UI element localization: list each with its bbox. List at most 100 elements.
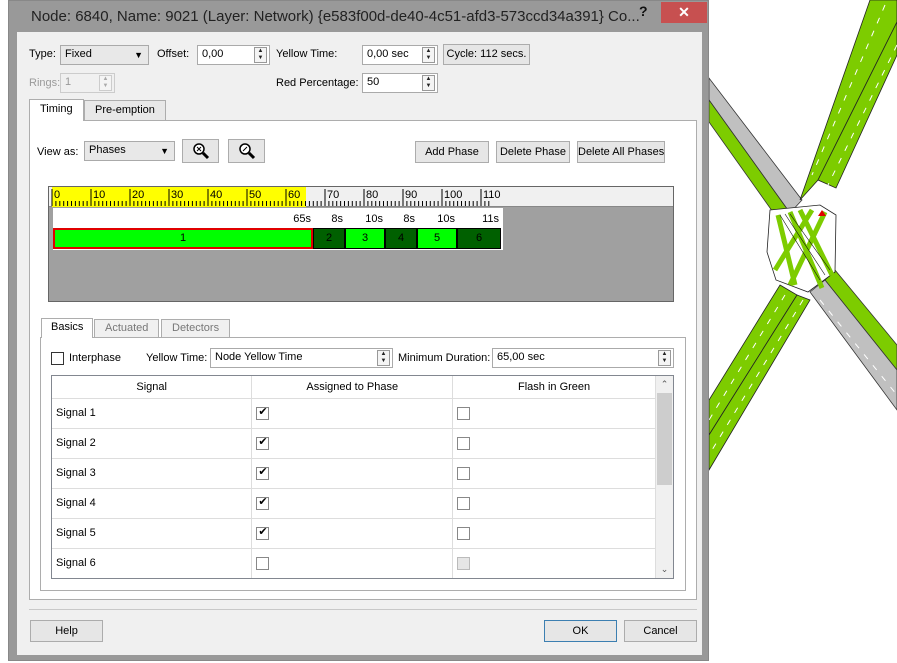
- phase-duration-label: 11s: [482, 213, 499, 225]
- offset-spinner[interactable]: ▲ ▼: [254, 47, 267, 63]
- interphase-checkbox[interactable]: [51, 352, 64, 365]
- vertical-scrollbar[interactable]: ⌃ ⌄: [656, 376, 673, 578]
- yellow-time-spinner[interactable]: ▲ ▼: [422, 47, 435, 63]
- phase-duration-label: 10s: [365, 213, 383, 225]
- phase-duration-label: 8s: [331, 213, 343, 225]
- signal-name: Signal 2: [52, 428, 253, 459]
- signal-name: Signal 4: [52, 488, 253, 519]
- signal-name: Signal 1: [52, 398, 253, 429]
- intersection: [766, 204, 837, 293]
- table-row[interactable]: Signal 2: [52, 428, 656, 459]
- assigned-checkbox[interactable]: [256, 435, 270, 450]
- signals-table: Signal Assigned to Phase Flash in Green …: [52, 376, 656, 578]
- type-select[interactable]: Fixed ▼: [60, 45, 149, 65]
- assigned-cell: [251, 428, 454, 459]
- minimum-duration-spinner[interactable]: ▲ ▼: [658, 350, 671, 366]
- table-row[interactable]: Signal 3: [52, 458, 656, 489]
- view-as-label: View as:: [37, 146, 79, 158]
- flash-cell: [452, 428, 656, 459]
- scrollbar-thumb[interactable]: [657, 393, 672, 485]
- delete-phase-button[interactable]: Delete Phase: [496, 141, 570, 163]
- zoom-reset-icon: [192, 143, 209, 160]
- phase-block-6[interactable]: 6: [457, 228, 501, 249]
- cycle-button[interactable]: Cycle: 112 secs.: [443, 44, 530, 65]
- close-button[interactable]: ✕: [661, 2, 707, 23]
- scroll-down-icon[interactable]: ⌄: [656, 561, 673, 578]
- flash-in-green-checkbox[interactable]: [457, 466, 471, 480]
- road-lower-right: [809, 269, 897, 411]
- table-row[interactable]: Signal 5: [52, 518, 656, 549]
- assigned-checkbox[interactable]: [256, 405, 270, 420]
- basics-panel: Interphase Yellow Time: Node Yellow Time…: [40, 337, 686, 591]
- phase-block-5[interactable]: 5: [417, 228, 457, 249]
- column-header-assigned[interactable]: Assigned to Phase: [251, 376, 454, 399]
- minimum-duration-input[interactable]: 65,00 sec ▲ ▼: [492, 348, 674, 368]
- ruler-tick-label: 10: [93, 189, 106, 201]
- offset-input[interactable]: 0,00 ▲ ▼: [197, 45, 270, 65]
- chevron-down-icon: ▼: [134, 50, 143, 60]
- phase-yellow-time-spinner[interactable]: ▲ ▼: [377, 350, 390, 366]
- tab-actuated[interactable]: Actuated: [94, 319, 160, 338]
- phase-duration-label: 10s: [437, 213, 455, 225]
- time-ruler: 0 10 20 30 40 50 60 70 80 90 100 110: [49, 187, 673, 207]
- table-row[interactable]: Signal 6: [52, 548, 656, 578]
- assigned-cell: [251, 458, 454, 489]
- scroll-up-icon[interactable]: ⌃: [656, 376, 673, 393]
- assigned-checkbox[interactable]: [256, 525, 270, 540]
- zoom-button[interactable]: [228, 139, 265, 163]
- red-percentage-input[interactable]: 50 ▲ ▼: [362, 73, 438, 93]
- tab-timing[interactable]: Timing: [29, 99, 84, 121]
- title-bar[interactable]: Node: 6840, Name: 9021 (Layer: Network) …: [9, 1, 708, 31]
- ruler-tick-label: 90: [405, 189, 418, 201]
- signal-name: Signal 5: [52, 518, 253, 549]
- table-row[interactable]: Signal 1: [52, 398, 656, 429]
- tab-detectors[interactable]: Detectors: [161, 319, 231, 338]
- tab-basics[interactable]: Basics: [41, 318, 94, 338]
- assigned-cell: [251, 488, 454, 519]
- signal-control-dialog: Node: 6840, Name: 9021 (Layer: Network) …: [8, 0, 709, 661]
- minimum-duration-value: 65,00 sec: [497, 351, 545, 363]
- red-percentage-value: 50: [367, 76, 380, 88]
- offset-label: Offset:: [157, 48, 190, 60]
- zoom-reset-button[interactable]: [182, 139, 219, 163]
- phase-block-3[interactable]: 3: [345, 228, 385, 249]
- phase-block-2[interactable]: 2: [313, 228, 345, 249]
- road-gray-upper-left: [708, 76, 803, 223]
- assigned-checkbox[interactable]: [256, 495, 270, 510]
- flash-in-green-checkbox[interactable]: [457, 496, 471, 510]
- tab-pre-emption[interactable]: Pre-emption: [84, 100, 166, 120]
- flash-in-green-checkbox[interactable]: [457, 406, 471, 420]
- help-button[interactable]: Help: [30, 620, 103, 642]
- phase-block-1[interactable]: 1: [53, 228, 313, 249]
- dialog-client: Type: Fixed ▼ Offset: 0,00 ▲ ▼ Yellow Tim…: [17, 32, 702, 655]
- flash-in-green-checkbox[interactable]: [457, 436, 471, 450]
- rings-input: 1 ▲ ▼: [60, 73, 115, 93]
- ruler-tick-label: 80: [366, 189, 379, 201]
- phase-yellow-time-input[interactable]: Node Yellow Time ▲ ▼: [210, 348, 393, 368]
- table-row[interactable]: Signal 4: [52, 488, 656, 519]
- ruler-tick-label: 60: [288, 189, 301, 201]
- red-percentage-spinner[interactable]: ▲ ▼: [422, 75, 435, 91]
- column-header-signal[interactable]: Signal: [52, 376, 253, 399]
- flash-in-green-checkbox[interactable]: [457, 526, 471, 540]
- signal-name: Signal 6: [52, 548, 253, 578]
- yellow-time-label: Yellow Time:: [276, 48, 338, 60]
- ruler-tick-label: 0: [54, 189, 61, 201]
- red-percentage-label: Red Percentage:: [276, 77, 359, 89]
- phase-block-4[interactable]: 4: [385, 228, 417, 249]
- yellow-time-input[interactable]: 0,00 sec ▲ ▼: [362, 45, 438, 65]
- cancel-button[interactable]: Cancel: [624, 620, 697, 642]
- help-icon[interactable]: ?: [639, 3, 648, 19]
- phase-timeline[interactable]: 0 10 20 30 40 50 60 70 80 90 100 110 1 65s 2 8s 3 10s 4 8s…: [48, 186, 674, 302]
- add-phase-button[interactable]: Add Phase: [415, 141, 489, 163]
- rings-spinner: ▲ ▼: [99, 75, 112, 91]
- minimum-duration-label: Minimum Duration:: [398, 352, 491, 364]
- column-header-flash[interactable]: Flash in Green: [452, 376, 656, 399]
- phase-duration-label: 8s: [403, 213, 415, 225]
- assigned-checkbox[interactable]: [256, 556, 270, 570]
- assigned-checkbox[interactable]: [256, 465, 270, 480]
- ok-button[interactable]: OK: [544, 620, 617, 642]
- view-as-select[interactable]: Phases ▼: [84, 141, 175, 161]
- table-header-row: Signal Assigned to Phase Flash in Green: [52, 376, 656, 399]
- delete-all-phases-button[interactable]: Delete All Phases: [577, 141, 665, 163]
